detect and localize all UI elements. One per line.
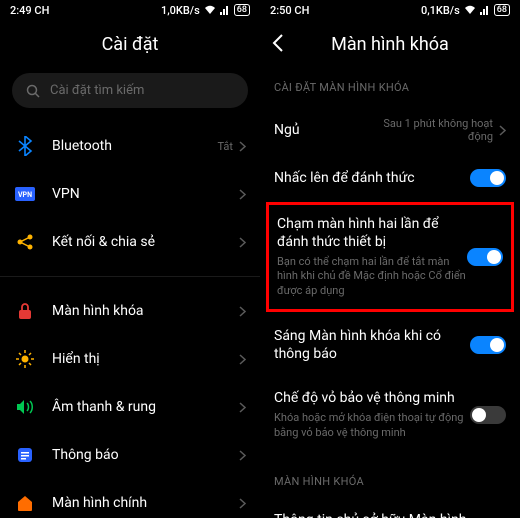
row-lockscreen[interactable]: Màn hình khóa (0, 287, 260, 335)
row-display[interactable]: Hiển thị (0, 335, 260, 383)
chevron-right-icon (239, 189, 246, 200)
chevron-right-icon (239, 141, 246, 152)
search-placeholder: Cài đặt tìm kiếm (50, 83, 144, 98)
lockscreen-settings-screen: 2:50 CH 0,1KB/s 68 Màn hình khóa CÀI ĐẶT… (260, 0, 520, 518)
speaker-icon (14, 396, 36, 418)
section-label: CÀI ĐẶT MÀN HÌNH KHÓA (260, 73, 520, 104)
toggle-double-tap-wake[interactable] (467, 248, 503, 266)
chevron-right-icon (239, 498, 246, 509)
row-bluetooth[interactable]: Bluetooth Tắt (0, 122, 260, 170)
search-icon (26, 84, 40, 98)
battery-icon: 68 (234, 4, 250, 16)
row-raise-to-wake[interactable]: Nhấc lên để đánh thức (260, 156, 520, 200)
chevron-right-icon (499, 125, 506, 136)
chevron-right-icon (239, 354, 246, 365)
status-time: 2:50 CH (270, 4, 309, 17)
status-bar: 2:50 CH 0,1KB/s 68 (260, 0, 520, 20)
status-right: 1,0KB/s 68 (161, 4, 250, 17)
highlighted-setting: Chạm màn hình hai lần để đánh thức thiết… (266, 202, 514, 312)
row-owner-info[interactable]: Thông tin chủ sở hữu Màn hình khóa Tin n… (260, 498, 520, 518)
row-double-tap-wake[interactable]: Chạm màn hình hai lần để đánh thức thiết… (277, 215, 503, 299)
home-icon (14, 492, 36, 514)
toggle-smart-cover[interactable] (470, 406, 506, 424)
wifi-icon (464, 5, 476, 15)
wifi-icon (204, 5, 216, 15)
row-connect-share[interactable]: Kết nối & chia sẻ (0, 218, 260, 266)
page-title: Cài đặt (0, 20, 260, 73)
row-wake-on-notification[interactable]: Sáng Màn hình khóa khi có thông báo (260, 314, 520, 376)
row-notifications[interactable]: Thông báo (0, 431, 260, 479)
row-sleep[interactable]: Ngủ Sau 1 phút không hoạt động (260, 104, 520, 156)
notification-icon (14, 444, 36, 466)
svg-text:VPN: VPN (18, 191, 32, 199)
sun-icon (14, 348, 36, 370)
signal-icon (480, 5, 490, 15)
battery-icon: 68 (494, 4, 510, 16)
chevron-left-icon (272, 34, 283, 52)
page-title: Màn hình khóa (260, 20, 520, 73)
settings-screen: 2:49 CH 1,0KB/s 68 Cài đặt Cài đặt tìm k… (0, 0, 260, 518)
chevron-right-icon (239, 237, 246, 248)
section-label: MÀN HÌNH KHÓA (260, 467, 520, 498)
status-time: 2:49 CH (10, 4, 49, 17)
share-icon (14, 231, 36, 253)
status-bar: 2:49 CH 1,0KB/s 68 (0, 0, 260, 20)
toggle-raise-to-wake[interactable] (470, 169, 506, 187)
row-vpn[interactable]: VPN VPN (0, 170, 260, 218)
vpn-icon: VPN (14, 183, 36, 205)
row-home[interactable]: Màn hình chính (0, 479, 260, 518)
search-input[interactable]: Cài đặt tìm kiếm (12, 73, 248, 108)
chevron-right-icon (239, 450, 246, 461)
back-button[interactable] (272, 34, 292, 54)
chevron-right-icon (239, 402, 246, 413)
row-smart-cover[interactable]: Chế độ vỏ bảo vệ thông minh Khóa hoặc mở… (260, 376, 520, 453)
row-sound[interactable]: Âm thanh & rung (0, 383, 260, 431)
status-right: 0,1KB/s 68 (421, 4, 510, 17)
lock-icon (14, 300, 36, 322)
toggle-wake-on-notification[interactable] (470, 336, 506, 354)
signal-icon (220, 5, 230, 15)
bluetooth-icon (14, 135, 36, 157)
chevron-right-icon (239, 306, 246, 317)
